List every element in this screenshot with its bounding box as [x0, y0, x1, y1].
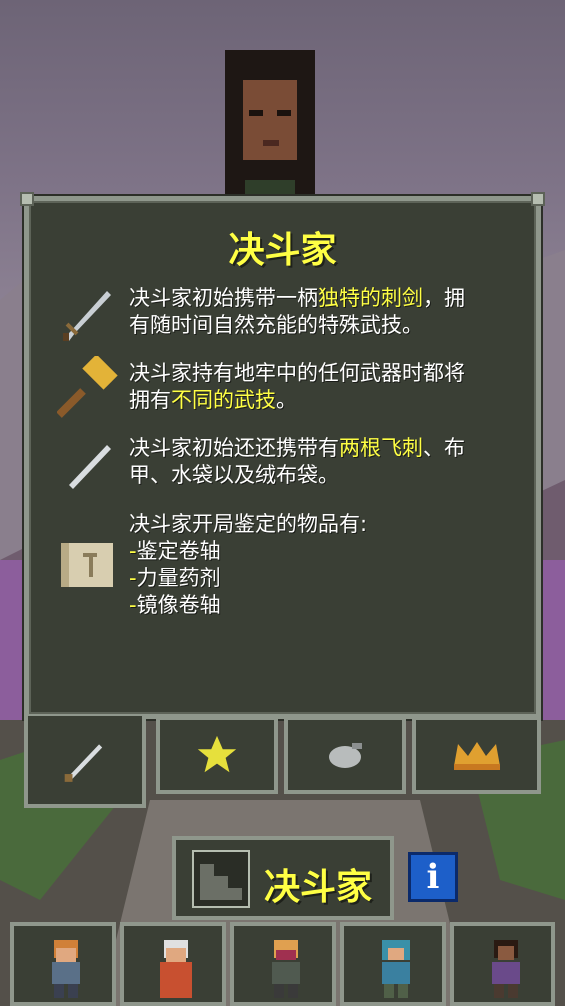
panel-corner [20, 192, 34, 206]
info-entry-weapons: 决斗家持有地牢中的任何武器时都将 拥有不同的武技。 [57, 356, 518, 418]
hammer-icon [57, 356, 118, 418]
info-button[interactable]: i [408, 852, 458, 902]
rogue-icon [272, 940, 300, 998]
tab-challenges[interactable] [412, 716, 541, 794]
tab-items[interactable] [284, 716, 406, 794]
hero-slot-mage[interactable] [120, 922, 226, 1006]
info-entry-spikes: 决斗家初始还还携带有两根飞刺、布 甲、水袋以及绒布袋。 [57, 431, 518, 491]
hero-portrait [225, 50, 315, 210]
entry-line: -力量药剂 [129, 566, 221, 590]
panel-title: 决斗家 [228, 230, 337, 271]
entry-line: 拥有不同的武技。 [129, 388, 297, 412]
hero-slot-huntress[interactable] [340, 922, 446, 1006]
entry-line: 决斗家初始还还携带有两根飞刺、布 [129, 436, 465, 460]
entry-line: -鉴定卷轴 [129, 539, 221, 563]
class-select-button[interactable]: 决斗家 [172, 836, 394, 920]
entry-line: 决斗家持有地牢中的任何武器时都将 [129, 361, 465, 385]
hero-slot-warrior[interactable] [10, 922, 116, 1006]
entry-line: 决斗家初始携带一柄独特的刺剑，拥 [129, 286, 465, 310]
class-info-panel: 决斗家 决斗家初始携带一柄独特的刺剑，拥 有随时间自然充能的特殊武技。 决斗家持… [20, 192, 545, 719]
info-entry-identified: 决斗家开局鉴定的物品有: -鉴定卷轴 -力量药剂 -镜像卷轴 [57, 511, 518, 621]
warrior-icon [52, 940, 80, 998]
tab-badges[interactable] [156, 716, 278, 794]
mage-icon [160, 940, 192, 998]
hero-slot-duelist[interactable] [450, 922, 555, 1006]
entry-line: -镜像卷轴 [129, 593, 221, 617]
duelist-icon [492, 940, 520, 998]
stairs-icon [192, 850, 250, 908]
star-icon [197, 735, 237, 773]
class-name-label: 决斗家 [264, 867, 373, 908]
hero-slot-rogue[interactable] [230, 922, 336, 1006]
entry-line: 甲、水袋以及绒布袋。 [129, 463, 339, 487]
huntress-icon [382, 940, 410, 998]
crown-icon [453, 742, 500, 770]
rapier-icon [63, 291, 111, 341]
sword-icon [64, 744, 103, 782]
panel-corner [531, 192, 545, 206]
scroll-icon [61, 543, 113, 587]
info-entry-rapier: 决斗家初始携带一柄独特的刺剑，拥 有随时间自然充能的特殊武技。 [57, 281, 518, 341]
entry-line: 有随时间自然充能的特殊武技。 [129, 313, 423, 337]
entry-line: 决斗家开局鉴定的物品有: [129, 512, 368, 536]
throwing-spike-icon [69, 445, 111, 489]
pouch-icon [329, 743, 362, 768]
tab-abilities[interactable] [24, 716, 146, 808]
